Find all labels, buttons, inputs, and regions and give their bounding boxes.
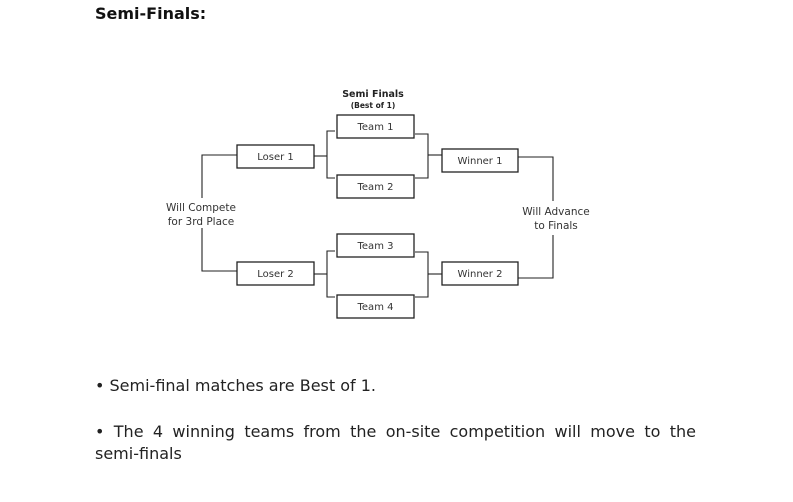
- loser-path-top: [201, 154, 237, 198]
- match-1-left-bracket: [326, 130, 335, 179]
- loser-2-label: Loser 2: [257, 269, 294, 280]
- loser-path-bottom: [201, 228, 237, 272]
- team-2-label: Team 2: [357, 182, 394, 193]
- bracket-title: Semi Finals: [342, 89, 404, 100]
- bullet-winning-teams-line-2: semi-finals: [95, 444, 182, 463]
- team-1-label: Team 1: [357, 122, 394, 133]
- right-note-line-2: to Finals: [534, 220, 578, 232]
- winner-path-bottom: [518, 235, 554, 279]
- bracket-subtitle: (Best of 1): [351, 101, 396, 110]
- team-3-label: Team 3: [357, 241, 394, 252]
- match-1-right-bracket: [415, 133, 429, 179]
- bracket-diagram: Semi Finals (Best of 1) Team 1 Team 2 Te…: [166, 89, 590, 319]
- winner-path-top: [518, 156, 554, 201]
- bullet-winning-teams-line-1: • The 4 winning teams from the on-site c…: [95, 422, 696, 441]
- left-note-line-1: Will Compete: [166, 202, 236, 214]
- team-4-label: Team 4: [357, 302, 394, 313]
- bullet-best-of-1: • Semi-final matches are Best of 1.: [95, 376, 376, 395]
- left-note-line-2: for 3rd Place: [168, 216, 235, 228]
- match-2-right-bracket: [415, 251, 429, 298]
- loser-1-label: Loser 1: [257, 152, 294, 163]
- winner-1-label: Winner 1: [458, 156, 503, 167]
- winner-2-label: Winner 2: [458, 269, 503, 280]
- right-note-line-1: Will Advance: [522, 206, 589, 218]
- bullet-winning-teams: • The 4 winning teams from the on-site c…: [95, 421, 696, 465]
- match-2-left-bracket: [326, 250, 335, 298]
